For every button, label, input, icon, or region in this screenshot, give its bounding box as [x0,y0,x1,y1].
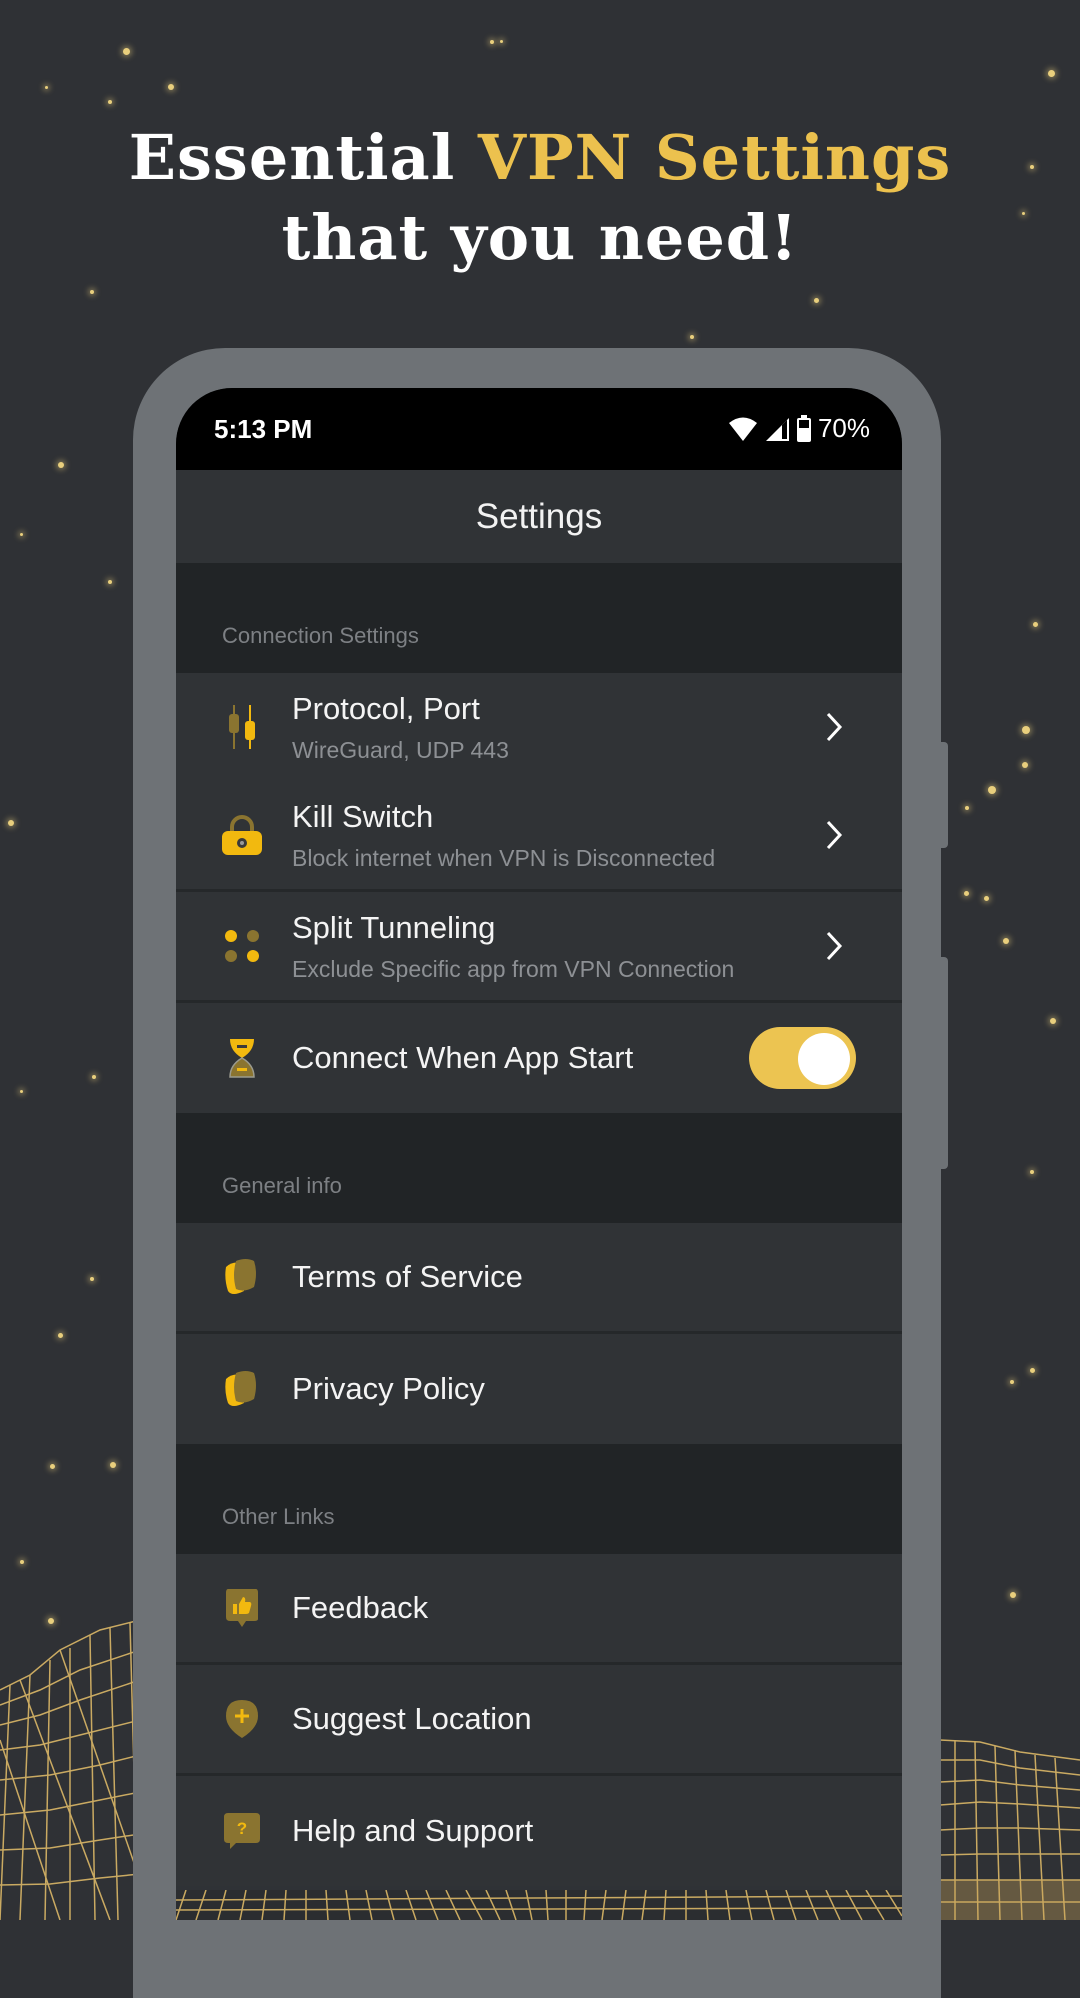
setting-connect-on-start: Connect When App Start [176,1003,902,1113]
link-title: Feedback [292,1590,429,1625]
battery-percent: 70% [817,413,870,443]
promo-headline: Essential VPN Settings that you need! [0,118,1080,278]
section-header-general-info: General info [176,1113,902,1223]
document-icon [222,1365,262,1413]
status-bar: 5:13 PM 70% [176,388,902,470]
headline-line-1: Essential VPN Settings [128,121,952,194]
section-header-connection: Connection Settings [176,563,902,673]
toggle-knob [798,1033,850,1085]
link-title: Help and Support [292,1813,534,1848]
status-icons: 70% [728,413,870,444]
link-privacy-policy[interactable]: Privacy Policy [176,1334,902,1444]
status-time: 5:13 PM [214,414,313,444]
setting-title: Split Tunneling [292,910,496,945]
setting-title: Connect When App Start [292,1040,634,1075]
link-title: Privacy Policy [292,1371,485,1406]
battery-icon [796,414,811,442]
lock-icon [222,811,262,859]
setting-split-tunneling[interactable]: Split Tunneling Exclude Specific app fro… [176,892,902,1003]
phone-side-button-volume [941,957,948,1169]
link-title: Suggest Location [292,1701,532,1736]
link-title: Terms of Service [292,1259,523,1294]
signal-icon [765,417,789,441]
page-title: Settings [475,496,603,536]
headline-line-2: that you need! [281,201,799,274]
document-icon [222,1253,262,1301]
chevron-right-icon [826,712,843,742]
wireframe-terrain-bottom [176,1890,902,1920]
svg-text:?: ? [237,1819,247,1838]
help-bubble-icon: ? [222,1807,262,1855]
setting-title: Kill Switch [292,799,434,834]
link-feedback[interactable]: Feedback [176,1554,902,1665]
setting-subtitle: WireGuard, UDP 443 [292,737,509,763]
link-terms-of-service[interactable]: Terms of Service [176,1223,902,1334]
settings-list: Connection Settings Protocol, Port WireG… [176,563,902,1886]
connect-on-start-toggle[interactable] [749,1027,856,1089]
phone-screen: 5:13 PM 70% Settings Connection Settings… [176,388,902,1920]
setting-subtitle: Exclude Specific app from VPN Connection [292,956,735,982]
chevron-right-icon [826,931,843,961]
setting-kill-switch[interactable]: Kill Switch Block internet when VPN is D… [176,781,902,892]
wireframe-terrain-left [0,1620,140,1920]
split-dots-icon [222,922,262,970]
section-header-other-links: Other Links [176,1444,902,1554]
setting-subtitle: Block internet when VPN is Disconnected [292,845,716,871]
link-suggest-location[interactable]: Suggest Location [176,1665,902,1776]
wifi-icon [728,417,757,441]
headline-accent: VPN Settings [477,121,952,194]
setting-protocol-port[interactable]: Protocol, Port WireGuard, UDP 443 [176,673,902,781]
chevron-right-icon [826,820,843,850]
sliders-icon [222,703,262,751]
setting-title: Protocol, Port [292,691,480,726]
hourglass-icon [222,1034,262,1082]
link-help-support[interactable]: ? Help and Support [176,1776,902,1886]
thumbs-up-icon [222,1584,262,1632]
wireframe-terrain-right [940,1739,1080,1920]
app-title-bar: Settings [176,470,902,563]
phone-side-button-power [941,742,948,848]
location-pin-plus-icon [222,1695,262,1743]
